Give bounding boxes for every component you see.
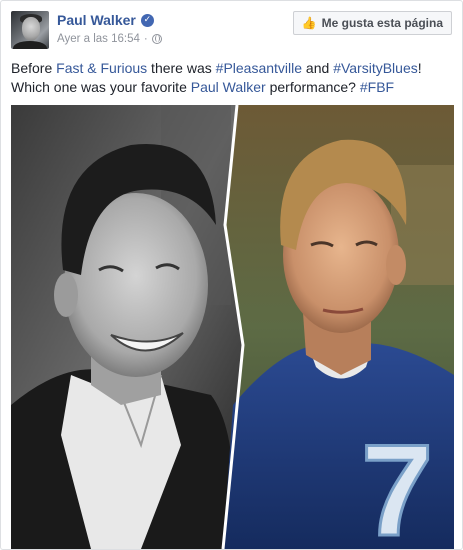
- post-header: Paul Walker ✓ Ayer a las 16:54 · 👍 Me gu…: [11, 11, 452, 51]
- like-page-button[interactable]: 👍 Me gusta esta página: [292, 11, 452, 35]
- text-mid2: and: [302, 60, 334, 76]
- post-photo[interactable]: 7: [11, 105, 454, 549]
- thumbs-up-icon: 👍: [301, 16, 317, 30]
- like-page-label: Me gusta esta página: [321, 16, 443, 30]
- text-before: Before: [11, 60, 57, 76]
- meta-separator: ·: [143, 33, 148, 45]
- jersey-number: 7: [361, 417, 433, 549]
- fbf-hashtag[interactable]: #FBF: [360, 79, 394, 95]
- post-meta: Ayer a las 16:54 ·: [57, 33, 162, 45]
- name-row: Paul Walker ✓: [57, 12, 154, 28]
- text-mid1: there was: [147, 60, 216, 76]
- verified-badge-icon: ✓: [140, 13, 154, 27]
- photo-collage: 7: [11, 105, 454, 549]
- right-photo-varsity-blues: 7: [223, 105, 454, 549]
- post-timestamp[interactable]: Ayer a las 16:54: [57, 33, 140, 45]
- pleasantville-hashtag[interactable]: #Pleasantville: [216, 60, 302, 76]
- page-name-link[interactable]: Paul Walker: [57, 12, 136, 28]
- left-photo-pleasantville: [11, 105, 243, 549]
- paul-walker-link[interactable]: Paul Walker: [191, 79, 266, 95]
- avatar-shoulders: [13, 41, 47, 49]
- text-mid4: performance?: [265, 79, 360, 95]
- fast-furious-link[interactable]: Fast & Furious: [56, 60, 147, 76]
- varsityblues-hashtag[interactable]: #VarsityBlues: [333, 60, 418, 76]
- page-avatar[interactable]: [11, 11, 49, 49]
- post-text: Before Fast & Furious there was #Pleasan…: [11, 59, 452, 97]
- avatar-face: [22, 17, 40, 41]
- globe-icon[interactable]: [151, 34, 162, 44]
- post-card: Paul Walker ✓ Ayer a las 16:54 · 👍 Me gu…: [0, 0, 463, 550]
